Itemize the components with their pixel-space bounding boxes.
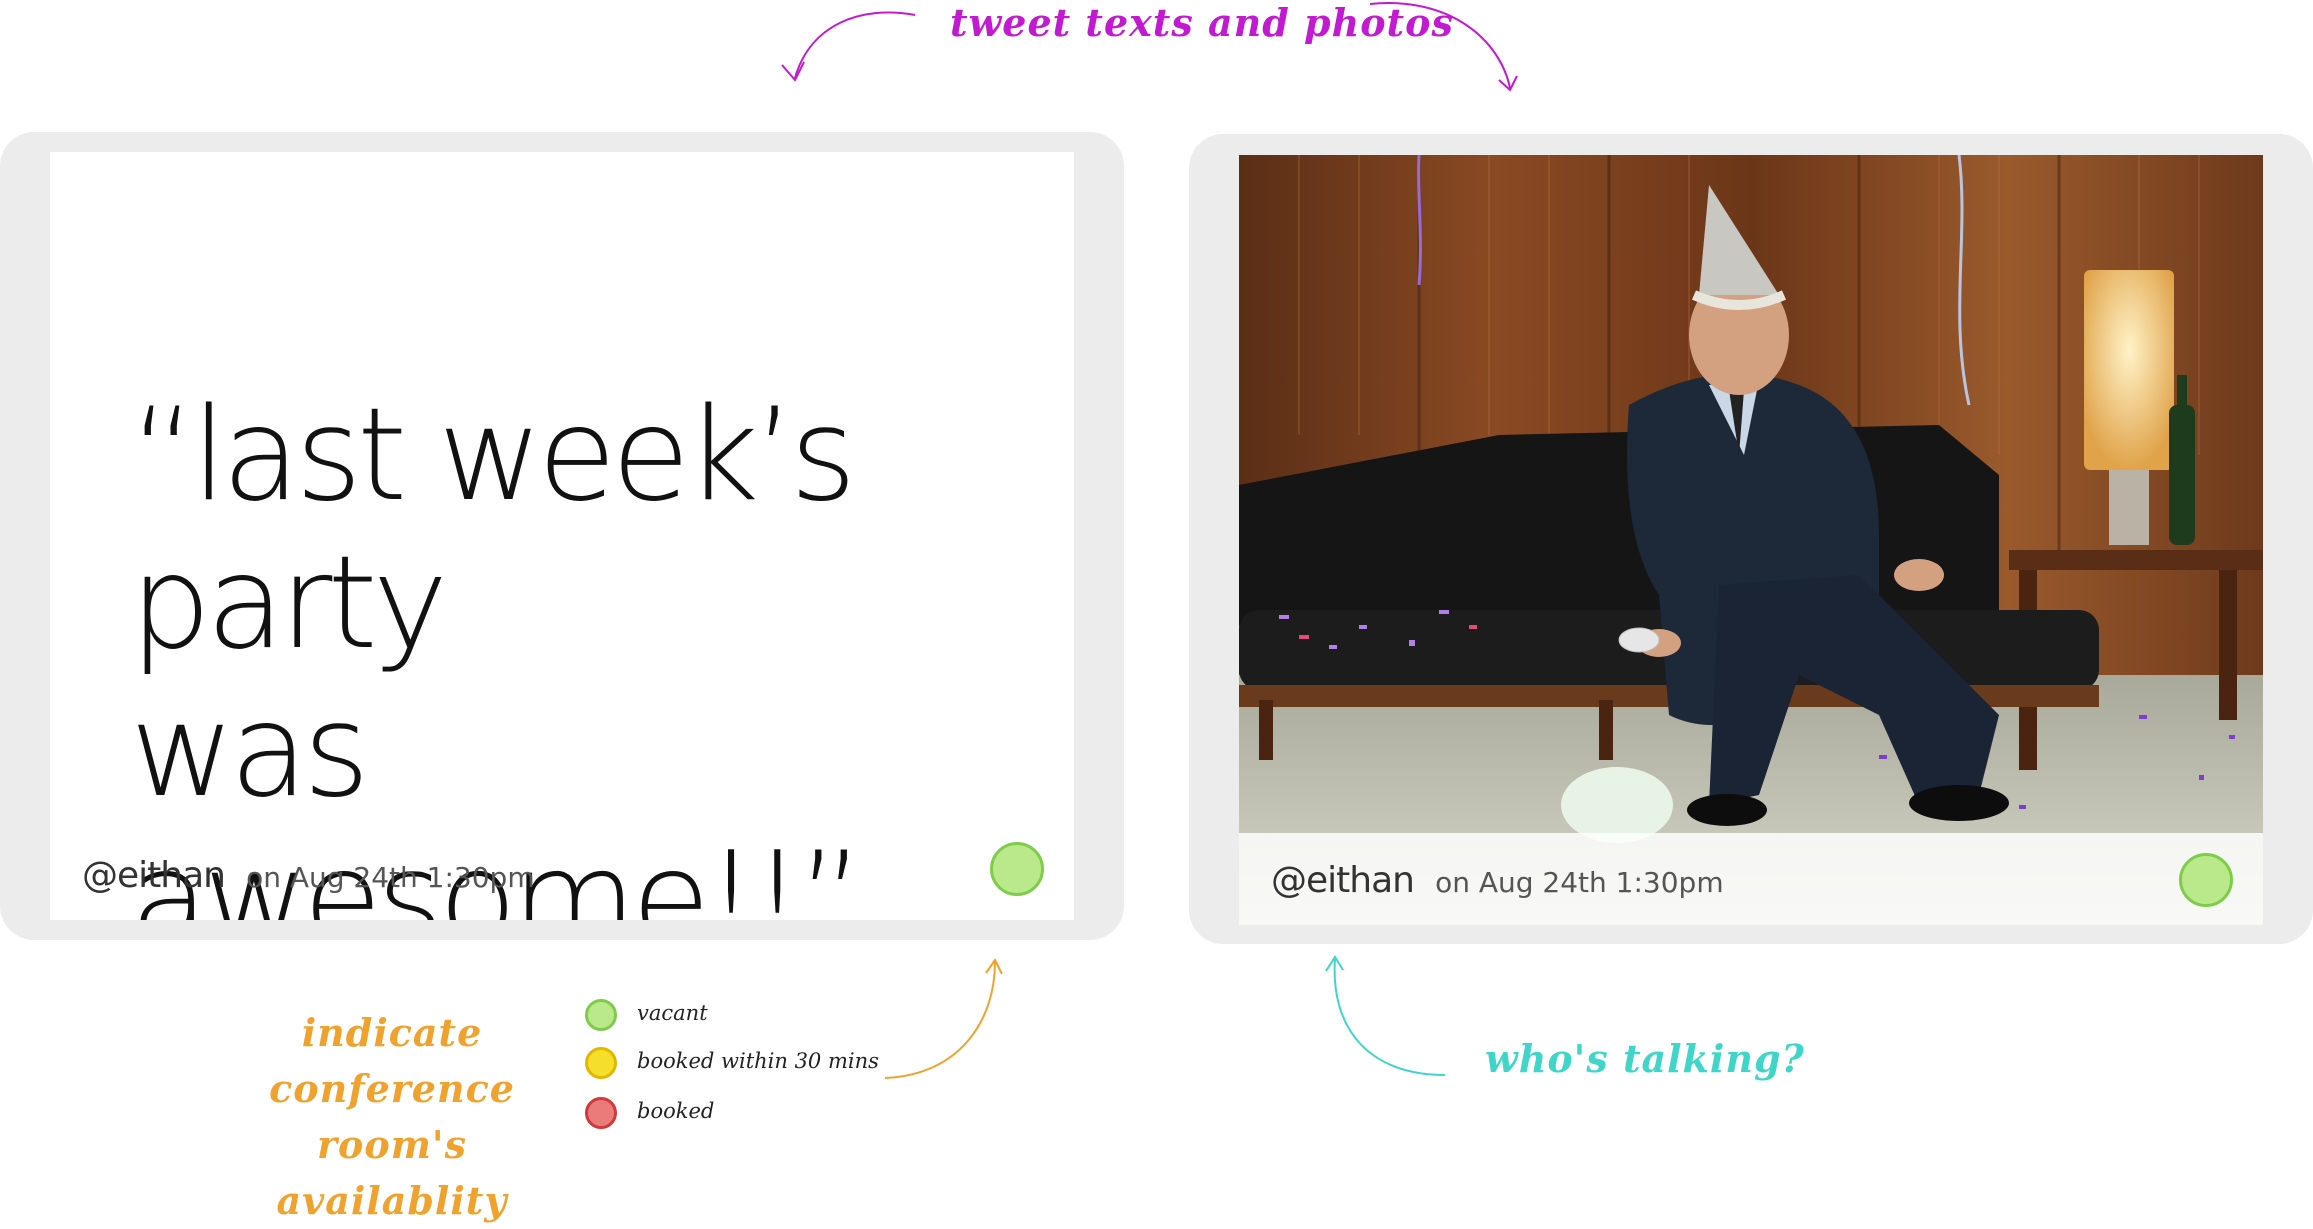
legend-swatch-booked-soon <box>585 1047 617 1079</box>
arrow-to-handle <box>1333 957 1446 1076</box>
tweet-text-screen: “last week’s party was awesome!!” @eitha… <box>50 152 1074 920</box>
tweet-photo-screen: @eithan on Aug 24th 1:30pm <box>1239 155 2263 925</box>
tweet-handle[interactable]: @eithan <box>1271 860 1415 901</box>
annotation-availability: indicate conference room's availablity <box>269 1010 515 1223</box>
tweet-byline: @eithan on Aug 24th 1:30pm <box>1271 860 1724 901</box>
tweet-byline: @eithan on Aug 24th 1:30pm <box>82 855 535 896</box>
tweet-time: on Aug 24th 1:30pm <box>246 861 535 894</box>
tweet-handle[interactable]: @eithan <box>82 855 226 896</box>
legend-label: booked within 30 mins <box>637 1049 879 1073</box>
arrow-to-text-panel <box>794 11 916 79</box>
arrow-to-status-dot <box>884 961 996 1079</box>
arrow-to-photo-panel <box>1369 2 1511 89</box>
tweet-photo <box>1239 155 2263 925</box>
legend-label: vacant <box>637 1001 708 1025</box>
room-status-indicator <box>990 842 1044 896</box>
tweet-time: on Aug 24th 1:30pm <box>1435 866 1724 899</box>
room-status-indicator <box>2179 853 2233 907</box>
legend-swatch-booked <box>585 1097 617 1129</box>
legend-label: booked <box>637 1099 715 1123</box>
legend-swatch-vacant <box>585 999 617 1031</box>
tweet-quote: “last week’s party was awesome!!” <box>130 381 864 921</box>
annotation-whos-talking: who's talking? <box>1485 1036 1805 1081</box>
